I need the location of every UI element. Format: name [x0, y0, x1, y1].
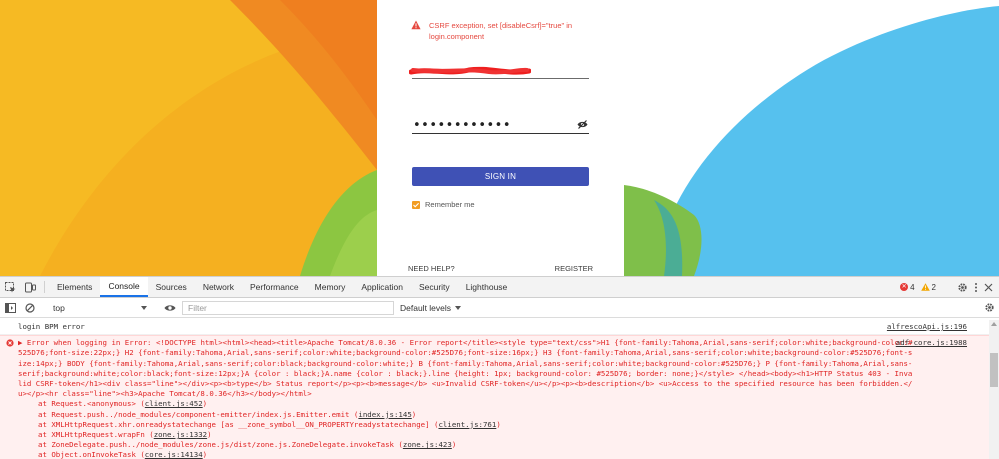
tab-lighthouse[interactable]: Lighthouse [458, 277, 516, 297]
background-shapes-right [624, 0, 999, 276]
console-scrollbar[interactable] [989, 320, 999, 459]
context-selector[interactable]: top [49, 301, 151, 315]
expand-arrow-icon[interactable]: ▶ [18, 338, 27, 347]
live-expression-eye-icon[interactable] [160, 298, 180, 318]
stack-frame-close-paren: ) [496, 419, 501, 429]
tab-console[interactable]: Console [100, 277, 148, 297]
csrf-error-text: CSRF exception, set [disableCsrf]="true"… [429, 21, 573, 41]
more-options-icon[interactable] [974, 282, 978, 293]
tab-network[interactable]: Network [195, 277, 242, 297]
error-count: 4 [910, 282, 915, 292]
register-link[interactable]: REGISTER [555, 264, 593, 273]
device-toolbar-icon[interactable] [20, 277, 40, 297]
settings-gear-icon[interactable] [957, 282, 968, 293]
stack-frame-close-paren: ) [207, 430, 212, 440]
background-art-left [0, 0, 377, 276]
stack-frame-text: at Object.onInvokeTask ( [38, 450, 145, 459]
error-counter[interactable]: ✕ 4 [900, 282, 915, 292]
stack-frame: at XMLHttpRequest.wrapFn (zone.js:1332) [18, 430, 915, 440]
remember-me-checkbox[interactable] [412, 200, 420, 209]
console-settings-gear-icon[interactable] [984, 302, 995, 313]
filter-input[interactable]: Filter [182, 300, 394, 315]
stack-frame-close-paren: ) [202, 399, 208, 409]
sidebar-toggle-icon[interactable] [0, 298, 20, 318]
tab-elements[interactable]: Elements [49, 277, 100, 297]
password-value: •••••••••••• [413, 118, 512, 133]
scrollbar-thumb[interactable] [990, 353, 998, 387]
tab-memory[interactable]: Memory [307, 277, 354, 297]
stack-frame: at ZoneDelegate.push../node_modules/zone… [18, 440, 915, 450]
redacted-username-scribble [409, 66, 531, 75]
devtools-tabbar: Elements Console Sources Network Perform… [0, 277, 999, 298]
stack-frame-link[interactable]: index.js:145 [358, 410, 411, 419]
console-log-row: login BPM error alfrescoApi.js:196 [0, 320, 989, 336]
tab-sources[interactable]: Sources [148, 277, 195, 297]
clear-console-icon[interactable] [20, 298, 40, 318]
sign-in-button[interactable]: SIGN IN [412, 167, 589, 186]
stack-frame-link[interactable]: core.js:14134 [145, 450, 203, 459]
stack-frame-text: at Request.<anonymous> ( [38, 399, 145, 409]
stack-frame-link[interactable]: client.js:452 [145, 399, 203, 408]
csrf-error-message: CSRF exception, set [disableCsrf]="true"… [411, 20, 611, 42]
context-value: top [53, 302, 65, 313]
close-devtools-icon[interactable] [984, 283, 993, 292]
log-message: login BPM error [18, 322, 85, 331]
stack-frame-link[interactable]: zone.js:1332 [154, 430, 207, 439]
console-error-row: adf-core.js:1988 ▶ Error when logging in… [0, 335, 989, 459]
error-icon [6, 339, 14, 347]
error-source-link[interactable]: adf-core.js:1988 [896, 338, 967, 348]
chevron-down-icon [141, 305, 147, 310]
inspect-element-icon[interactable] [0, 277, 20, 297]
tab-performance[interactable]: Performance [242, 277, 307, 297]
warning-count: 2 [931, 282, 936, 292]
stack-trace: at Request.<anonymous> (client.js:452) at… [18, 399, 915, 459]
log-levels-dropdown[interactable]: Default levels [400, 302, 462, 313]
login-card: CSRF exception, set [disableCsrf]="true"… [377, 0, 624, 276]
username-field[interactable] [409, 64, 589, 79]
stack-frame: at Object.onInvokeTask (core.js:14134) [18, 450, 915, 459]
stack-frame-text: at ZoneDelegate.push../node_modules/zone… [38, 440, 403, 450]
remember-me-label: Remember me [425, 200, 475, 209]
log-source-link[interactable]: alfrescoApi.js:196 [887, 322, 967, 332]
remember-me[interactable]: Remember me [412, 200, 475, 209]
tab-application[interactable]: Application [353, 277, 411, 297]
tab-security[interactable]: Security [411, 277, 458, 297]
warning-count-icon [920, 283, 930, 291]
toolbar-divider [44, 281, 45, 293]
console-toolbar: top Filter Default levels [0, 298, 999, 318]
stack-frame-text: at XMLHttpRequest.xhr.onreadystatechange… [38, 419, 439, 429]
stack-frame: at XMLHttpRequest.xhr.onreadystatechange… [18, 420, 915, 430]
stack-frame-close-paren: ) [202, 450, 208, 459]
login-page: CSRF exception, set [disableCsrf]="true"… [0, 0, 999, 276]
error-count-icon: ✕ [900, 283, 909, 291]
background-art-right [624, 0, 999, 276]
warning-icon [411, 20, 421, 30]
need-help-link[interactable]: NEED HELP? [408, 264, 455, 273]
background-shapes-left [0, 0, 377, 276]
stack-frame-close-paren: ) [451, 440, 457, 450]
console-output: login BPM error alfrescoApi.js:196 adf-c… [0, 320, 989, 459]
stack-frame-close-paren: ) [411, 409, 417, 419]
stack-frame: at Request.<anonymous> (client.js:452) [18, 399, 915, 409]
devtools-status: ✕ 4 2 [900, 277, 999, 297]
devtools-panel: Elements Console Sources Network Perform… [0, 276, 999, 459]
checkmark-icon [413, 202, 419, 207]
chevron-down-icon [455, 305, 462, 310]
password-field[interactable]: •••••••••••• [412, 118, 589, 134]
stack-frame: at Request.push../node_modules/component… [18, 410, 915, 420]
error-message[interactable]: ▶ Error when logging in Error: <!DOCTYPE… [18, 338, 915, 399]
stack-frame-text: at XMLHttpRequest.wrapFn ( [38, 430, 154, 440]
error-message-text: Error when logging in Error: <!DOCTYPE h… [18, 338, 913, 399]
visibility-off-icon[interactable] [577, 120, 588, 129]
stack-frame-text: at Request.push../node_modules/component… [38, 409, 359, 419]
stack-frame-link[interactable]: client.js:761 [438, 420, 496, 429]
log-levels-label: Default levels [400, 302, 452, 313]
warning-counter[interactable]: 2 [920, 282, 936, 292]
scroll-up-arrow-icon[interactable] [991, 322, 997, 326]
stack-frame-link[interactable]: zone.js:423 [403, 440, 452, 449]
